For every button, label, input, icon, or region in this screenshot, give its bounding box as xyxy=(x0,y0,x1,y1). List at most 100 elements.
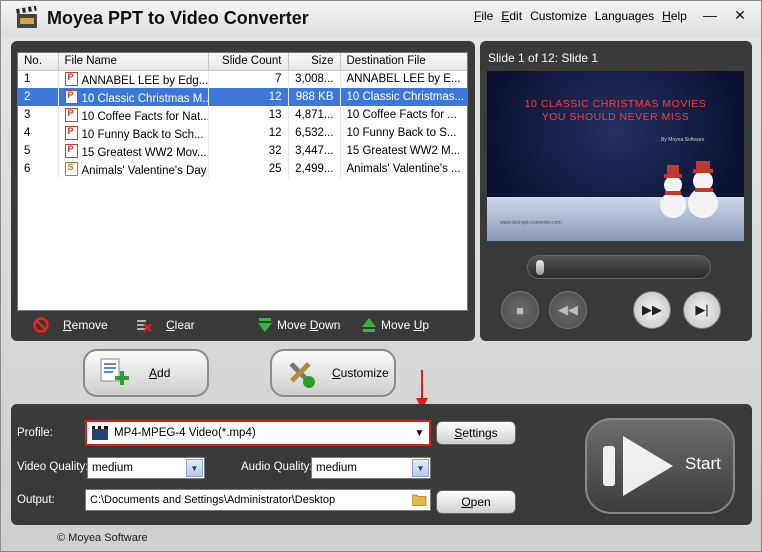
menu-help[interactable]: Help xyxy=(662,9,687,23)
move-up-button[interactable]: Move Up xyxy=(361,317,429,333)
output-path-field[interactable]: C:\Documents and Settings\Administrator\… xyxy=(85,489,431,511)
table-row[interactable]: 210 Classic Christmas M...12988 KB10 Cla… xyxy=(18,88,467,106)
cell-size: 988 KB xyxy=(288,88,341,106)
pps-file-icon xyxy=(64,161,78,176)
chevron-down-icon[interactable]: ▼ xyxy=(186,459,203,477)
stop-button[interactable]: ■ xyxy=(501,291,539,329)
start-button[interactable]: Start xyxy=(585,418,735,514)
folder-icon[interactable] xyxy=(412,493,427,506)
customize-button[interactable]: Customize xyxy=(270,349,396,397)
ppt-file-icon xyxy=(64,125,78,140)
cell-file-name: Animals' Valentine's Day xyxy=(58,160,209,178)
customize-label: Customize xyxy=(332,366,389,380)
cell-file-name: 10 Funny Back to Sch... xyxy=(58,124,209,142)
profile-value: MP4-MPEG-4 Video(*.mp4) xyxy=(114,427,256,439)
remove-label: Remove xyxy=(63,318,108,332)
clear-button[interactable]: Clear xyxy=(136,317,195,333)
cell-file-name: 10 Classic Christmas M... xyxy=(58,88,209,106)
audio-quality-label: Audio Quality: xyxy=(241,461,313,473)
cell-slide-count: 7 xyxy=(208,70,289,88)
slide-byline: By Moyea Software xyxy=(661,137,705,143)
audio-quality-select[interactable]: medium ▼ xyxy=(311,457,431,479)
menu-edit[interactable]: Edit xyxy=(501,9,522,23)
video-quality-select[interactable]: medium ▼ xyxy=(87,457,205,479)
tools-icon xyxy=(289,362,315,388)
rewind-icon: ◀◀ xyxy=(558,302,578,317)
cell-file-name: ANNABEL LEE by Edg... xyxy=(58,70,209,88)
slide-preview: 10 CLASSIC CHRISTMAS MOVIES YOU SHOULD N… xyxy=(487,71,744,241)
skip-next-icon: ▶| xyxy=(695,302,709,317)
app-window: Moyea PPT to Video Converter File Edit Cus… xyxy=(0,0,762,552)
file-list[interactable]: No. File Name Slide Count Size Destinati… xyxy=(17,52,468,311)
start-label: Start xyxy=(685,454,721,473)
output-label: Output: xyxy=(17,494,55,506)
add-files-icon xyxy=(100,358,129,385)
table-row[interactable]: 1ANNABEL LEE by Edg...73,008...ANNABEL L… xyxy=(18,70,467,88)
column-header-no[interactable]: No. xyxy=(18,53,59,71)
fast-forward-icon: ▶▶ xyxy=(642,302,662,317)
column-header-slide-count[interactable]: Slide Count xyxy=(208,53,289,71)
film-clapper-icon xyxy=(16,6,37,28)
clear-list-icon xyxy=(136,317,152,333)
cell-no: 1 xyxy=(18,70,59,88)
list-toolbar: Remove Clear Move Down Move Up xyxy=(11,313,475,339)
arrow-up-icon xyxy=(361,317,377,333)
title-bar: Moyea PPT to Video Converter File Edit Cus… xyxy=(1,1,761,37)
cell-no: 2 xyxy=(18,88,59,106)
cell-destination-file: 15 Greatest WW2 M... xyxy=(340,142,467,160)
next-slide-button[interactable]: ▶| xyxy=(683,291,721,329)
cell-slide-count: 12 xyxy=(208,124,289,142)
arrow-down-icon xyxy=(257,317,273,333)
table-row[interactable]: 515 Greatest WW2 Mov...323,447...15 Grea… xyxy=(18,142,467,160)
cell-size: 6,532... xyxy=(288,124,341,142)
copyright-footer: © Moyea Software xyxy=(57,532,148,544)
stop-icon: ■ xyxy=(516,302,524,318)
seek-thumb[interactable] xyxy=(536,260,544,275)
cell-slide-count: 13 xyxy=(208,106,289,124)
column-header-size[interactable]: Size xyxy=(288,53,341,71)
cell-slide-count: 32 xyxy=(208,142,289,160)
file-list-panel: No. File Name Slide Count Size Destinati… xyxy=(11,41,475,341)
cell-size: 3,008... xyxy=(288,70,341,88)
add-label: Add xyxy=(149,366,171,380)
slide-title: 10 CLASSIC CHRISTMAS MOVIES YOU SHOULD N… xyxy=(524,98,707,123)
cell-destination-file: 10 Coffee Facts for ... xyxy=(340,106,467,124)
move-down-button[interactable]: Move Down xyxy=(257,317,340,333)
column-header-file-name[interactable]: File Name xyxy=(58,53,209,71)
profile-select[interactable]: MP4-MPEG-4 Video(*.mp4) ▼ xyxy=(85,420,431,446)
remove-button[interactable]: Remove xyxy=(33,317,108,333)
rewind-button[interactable]: ◀◀ xyxy=(549,291,587,329)
table-row[interactable]: 310 Coffee Facts for Nat...134,871...10 … xyxy=(18,106,467,124)
cell-destination-file: ANNABEL LEE by E... xyxy=(340,70,467,88)
menu-languages[interactable]: Languages xyxy=(595,9,654,23)
video-format-icon xyxy=(92,426,108,440)
cell-size: 3,447... xyxy=(288,142,341,160)
ppt-file-icon xyxy=(64,71,78,86)
cell-size: 4,871... xyxy=(288,106,341,124)
settings-button[interactable]: Settings xyxy=(436,421,516,445)
file-table: No. File Name Slide Count Size Destinati… xyxy=(18,53,467,178)
chevron-down-icon[interactable]: ▼ xyxy=(411,423,428,443)
menu-bar: File Edit Customize Languages Help xyxy=(474,9,695,23)
slide-url: www.dvd-ppt-converter.com xyxy=(500,220,562,226)
cell-no: 6 xyxy=(18,160,59,178)
column-header-destination-file[interactable]: Destination File xyxy=(340,53,467,71)
chevron-down-icon[interactable]: ▼ xyxy=(412,459,429,477)
video-quality-value: medium xyxy=(92,462,133,474)
add-button[interactable]: Add xyxy=(83,349,209,397)
table-row[interactable]: 410 Funny Back to Sch...126,532...10 Fun… xyxy=(18,124,467,142)
slide-info: Slide 1 of 12: Slide 1 xyxy=(488,51,599,65)
table-row[interactable]: 6Animals' Valentine's Day252,499...Anima… xyxy=(18,160,467,178)
open-button[interactable]: Open xyxy=(436,490,516,514)
minimize-button[interactable]: — xyxy=(699,5,721,25)
menu-file[interactable]: File xyxy=(474,9,493,23)
clear-label: Clear xyxy=(166,318,195,332)
close-button[interactable]: ✕ xyxy=(729,5,751,25)
cell-slide-count: 12 xyxy=(208,88,289,106)
cell-file-name: 15 Greatest WW2 Mov... xyxy=(58,142,209,160)
audio-quality-value: medium xyxy=(316,462,357,474)
seek-bar[interactable] xyxy=(527,255,711,279)
fast-forward-button[interactable]: ▶▶ xyxy=(633,291,671,329)
ppt-file-icon xyxy=(64,107,78,122)
menu-customize[interactable]: Customize xyxy=(530,9,587,23)
